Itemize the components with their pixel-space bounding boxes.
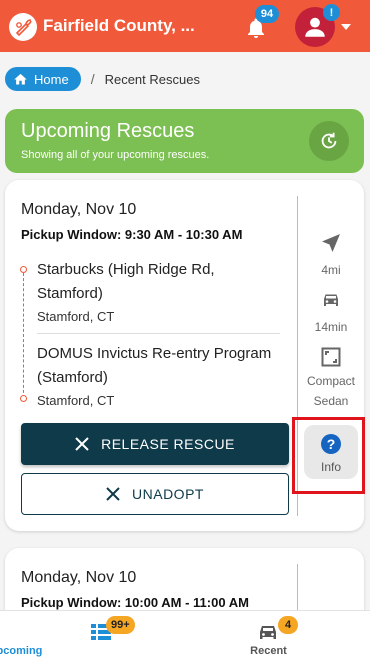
distance-value: 4mi — [321, 263, 341, 277]
vehicle-size-icon — [321, 347, 341, 367]
refresh-button[interactable] — [309, 121, 349, 161]
bottom-nav: 99+ Upcoming 4 Recent — [0, 610, 370, 664]
avatar-alert-badge: ! — [323, 4, 340, 21]
nav-recent-label: Recent — [250, 645, 287, 657]
pickup-window: Pickup Window: 9:30 AM - 10:30 AM — [21, 227, 243, 242]
pickup-name[interactable]: Starbucks (High Ridge Rd, Stamford) — [37, 258, 277, 306]
recent-count-badge: 4 — [278, 616, 298, 634]
caret-down-icon[interactable] — [341, 24, 351, 30]
info-highlight-box — [292, 417, 365, 494]
car-icon — [260, 626, 276, 639]
upcoming-rescues-banner: Upcoming Rescues Showing all of your upc… — [5, 109, 364, 173]
rescue-date: Monday, Nov 10 — [21, 201, 137, 218]
vehicle-type: Compact Sedan — [306, 374, 356, 408]
pickup-dot — [20, 266, 27, 273]
nav-upcoming-label: Upcoming — [0, 645, 43, 657]
breadcrumb: Home / Recent Rescues — [5, 67, 200, 91]
rescue-date: Monday, Nov 10 — [21, 569, 137, 586]
release-rescue-button[interactable]: RELEASE RESCUE — [21, 423, 289, 465]
nav-recent[interactable]: 4 Recent — [176, 611, 361, 664]
banner-title: Upcoming Rescues — [21, 120, 195, 142]
pickup-city: Stamford, CT — [37, 309, 115, 324]
notification-count-badge: 94 — [255, 5, 279, 23]
dropoff-city: Stamford, CT — [37, 393, 115, 408]
carrot-logo-icon[interactable] — [9, 13, 37, 41]
breadcrumb-current: Recent Rescues — [104, 71, 200, 87]
home-icon — [14, 73, 27, 84]
close-icon — [75, 437, 89, 451]
upcoming-count-badge: 99+ — [106, 616, 135, 634]
app-title: Fairfield County, ... — [43, 16, 195, 35]
unadopt-button[interactable]: UNADOPT — [21, 473, 289, 515]
close-icon — [106, 487, 120, 501]
route-line — [23, 273, 24, 398]
car-icon — [324, 294, 338, 306]
banner-subtitle: Showing all of your upcoming rescues. — [21, 149, 210, 161]
pickup-window: Pickup Window: 10:00 AM - 11:00 AM — [21, 595, 249, 610]
breadcrumb-home-label: Home — [34, 71, 69, 87]
nav-upcoming[interactable]: 99+ Upcoming — [0, 611, 193, 664]
dropoff-name[interactable]: DOMUS Invictus Re-entry Program (Stamfor… — [37, 342, 277, 390]
breadcrumb-home-link[interactable]: Home — [5, 67, 81, 91]
breadcrumb-separator: / — [90, 71, 95, 87]
release-rescue-label: RELEASE RESCUE — [101, 436, 235, 452]
app-header: Fairfield County, ... 94 ! — [0, 0, 370, 52]
stop-divider — [37, 333, 280, 334]
duration-value: 14min — [314, 320, 348, 334]
refresh-clock-icon — [321, 132, 337, 149]
navigation-arrow-icon — [322, 234, 340, 252]
unadopt-label: UNADOPT — [132, 486, 204, 502]
dropoff-dot — [20, 395, 27, 402]
